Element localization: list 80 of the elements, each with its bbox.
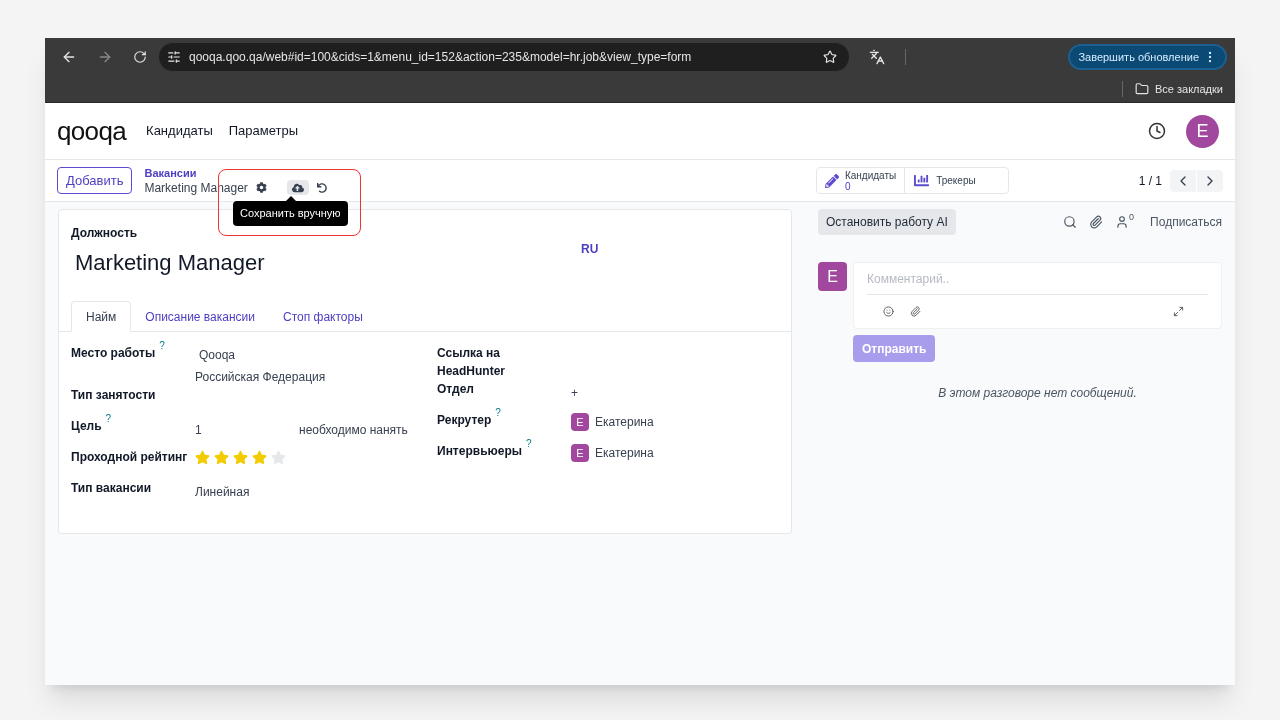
- field-label: Цель: [71, 418, 102, 435]
- paperclip-icon[interactable]: [910, 305, 921, 317]
- bookmarks-link[interactable]: Все закладки: [1154, 80, 1223, 98]
- url-text: qooqa.qoo.qa/web#id=100&cids=1&menu_id=152&action=235&model=hr.job&view_type=form: [189, 49, 693, 66]
- smart-button[interactable]: Трекеры: [904, 168, 1008, 193]
- star-icon[interactable]: [233, 450, 248, 465]
- field-label: Интервьюеры: [437, 443, 522, 460]
- reload-icon[interactable]: [133, 50, 147, 64]
- star-icon[interactable]: [214, 450, 229, 465]
- subscribe-link[interactable]: Подписаться: [1150, 213, 1222, 231]
- star-icon[interactable]: [271, 450, 286, 465]
- field-label: Место работы: [71, 345, 156, 362]
- user-avatar: E: [818, 262, 847, 291]
- field-value: 1: [195, 422, 203, 439]
- comment-field[interactable]: Комментарий..: [867, 263, 1208, 295]
- job-title[interactable]: Marketing Manager: [75, 246, 581, 279]
- followers-icon[interactable]: [1115, 215, 1130, 229]
- bookmark-star-icon[interactable]: [823, 50, 837, 64]
- cloud-upload-icon: [291, 181, 304, 194]
- field-label: Должность: [71, 225, 139, 242]
- help-mark[interactable]: ?: [526, 438, 532, 450]
- user-name[interactable]: Екатерина: [595, 444, 654, 462]
- field-label: Тип вакансии: [71, 480, 152, 497]
- field-value: +: [571, 385, 579, 402]
- pencil-icon: [824, 173, 839, 188]
- field-label: Ссылка на HeadHunter: [437, 345, 506, 380]
- paperclip-icon[interactable]: [1089, 215, 1104, 229]
- save-button[interactable]: [286, 180, 309, 195]
- user-name[interactable]: Екатерина: [595, 413, 654, 431]
- bar-chart-icon: [913, 173, 931, 188]
- emoji-icon[interactable]: [883, 305, 894, 317]
- field-label: Тип занятости: [71, 387, 156, 404]
- field-value: Российская Федерация: [195, 369, 327, 386]
- gear-icon[interactable]: [255, 182, 267, 193]
- empty-message: В этом разговоре нет сообщений.: [937, 385, 1138, 402]
- form-tab[interactable]: Найм: [71, 301, 132, 332]
- field-suffix: необходимо нанять: [299, 422, 408, 439]
- star-icon[interactable]: [195, 450, 210, 465]
- forward-icon[interactable]: [97, 49, 113, 65]
- smart-button-count: 0: [844, 180, 851, 192]
- help-mark[interactable]: ?: [159, 340, 165, 352]
- undo-icon[interactable]: [316, 182, 327, 193]
- field-label: Отдел: [437, 381, 474, 398]
- field-label: Рекрутер: [437, 412, 492, 429]
- update-button[interactable]: Завершить обновление: [1068, 44, 1227, 70]
- next-button[interactable]: [1197, 169, 1223, 192]
- composer[interactable]: Комментарий..: [853, 262, 1222, 329]
- activity-icon[interactable]: [1148, 122, 1166, 140]
- language-link[interactable]: RU: [581, 240, 599, 279]
- user-avatar: E: [571, 413, 589, 431]
- smart-button-label: Кандидаты: [844, 169, 897, 181]
- expand-icon[interactable]: [1173, 305, 1184, 317]
- field-label: Проходной рейтинг: [71, 449, 188, 466]
- followers-count: 0: [1129, 212, 1135, 222]
- address-bar[interactable]: qooqa.qoo.qa/web#id=100&cids=1&menu_id=152&action=235&model=hr.job&view_type=form: [159, 43, 849, 71]
- smart-button[interactable]: Кандидаты 0: [816, 168, 905, 193]
- search-icon[interactable]: [1063, 215, 1078, 229]
- help-mark[interactable]: ?: [495, 407, 501, 419]
- field-value: Qooqa: [198, 347, 237, 364]
- form-tab[interactable]: Стоп факторы: [269, 301, 377, 332]
- user-avatar: E: [571, 444, 589, 462]
- star-icon[interactable]: [252, 450, 267, 465]
- form-tab[interactable]: Описание вакансии: [131, 301, 269, 332]
- stop-ai-button[interactable]: Остановить работу AI: [818, 209, 956, 235]
- menu-item[interactable]: Кандидаты: [146, 121, 213, 141]
- user-avatar[interactable]: E: [1186, 114, 1219, 148]
- field-value: Линейная: [195, 484, 251, 501]
- smart-button-label: Трекеры: [936, 175, 976, 186]
- pager-value: 1 / 1: [1138, 172, 1162, 190]
- menu-item[interactable]: Параметры: [228, 121, 299, 141]
- tooltip: Сохранить вручную: [233, 201, 348, 226]
- app-logo[interactable]: qooqa: [57, 118, 127, 144]
- back-icon[interactable]: [61, 49, 77, 65]
- add-button[interactable]: Добавить: [57, 167, 133, 194]
- translate-icon[interactable]: [869, 49, 885, 65]
- folder-icon: [1134, 82, 1149, 96]
- help-mark[interactable]: ?: [105, 413, 112, 425]
- previous-button[interactable]: [1170, 169, 1196, 192]
- site-settings-icon[interactable]: [167, 50, 181, 64]
- breadcrumb-link[interactable]: Вакансии: [144, 166, 327, 180]
